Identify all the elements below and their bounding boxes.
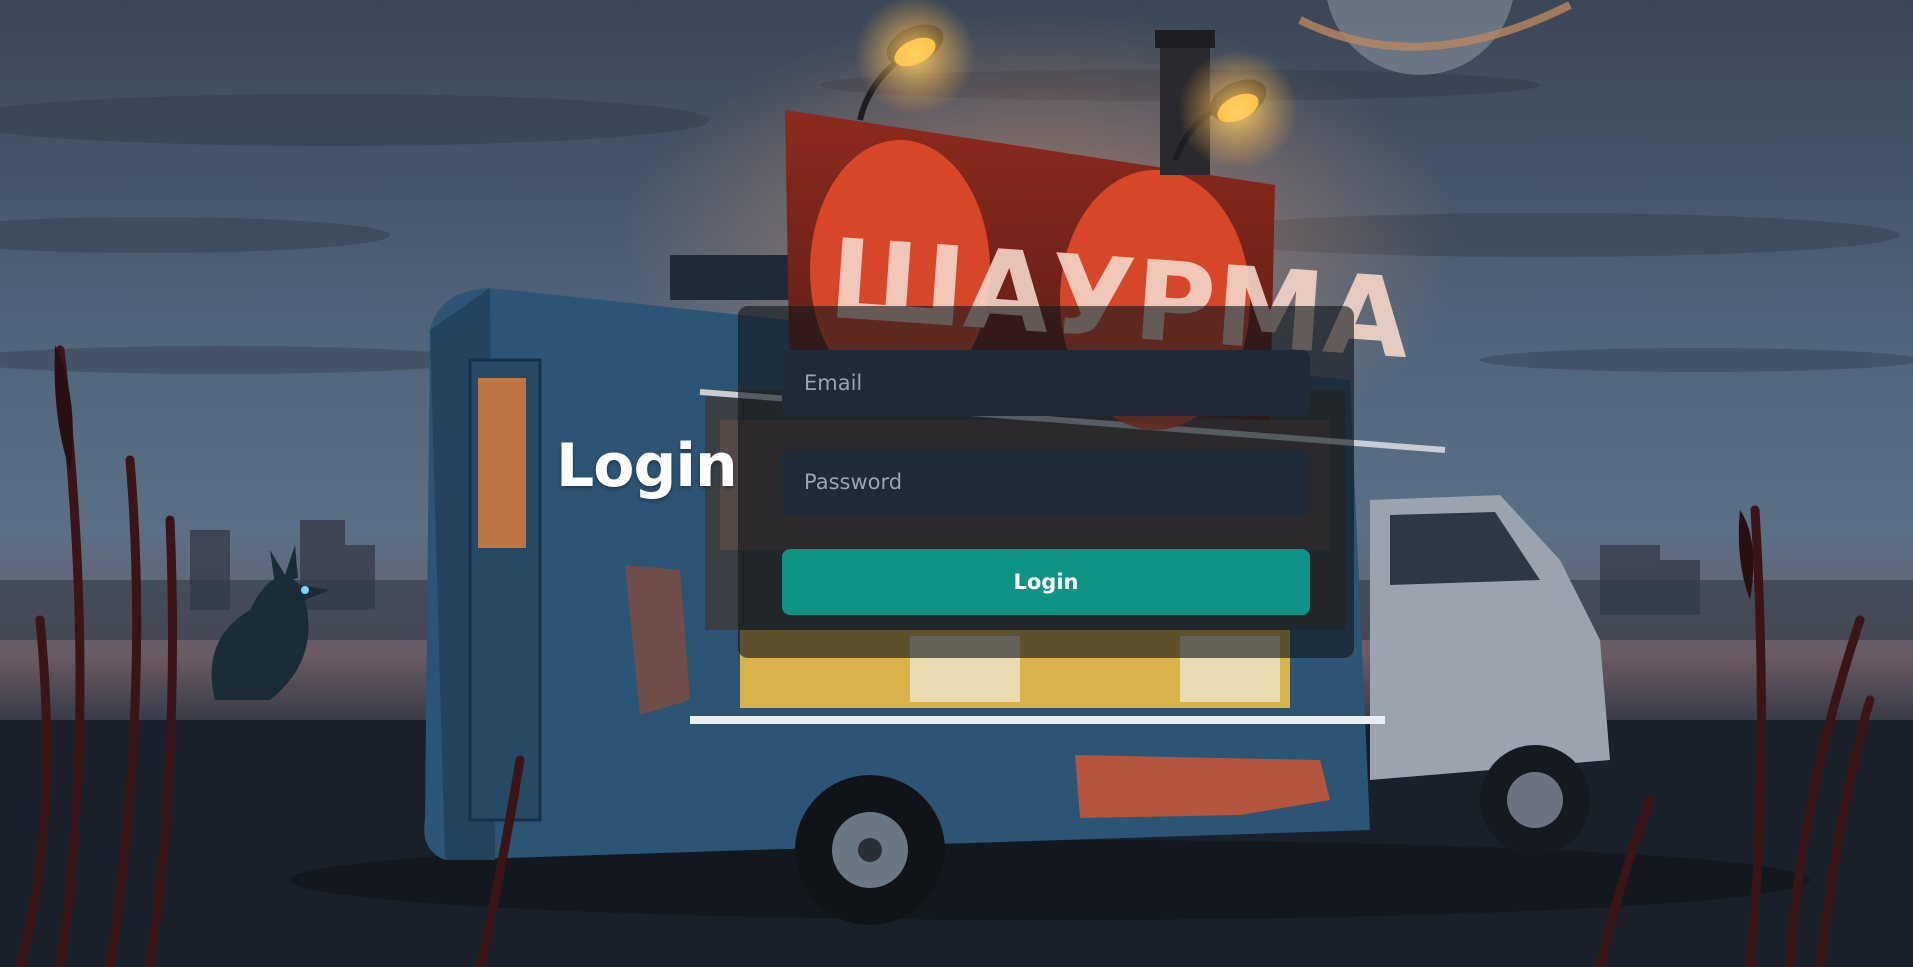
page-title: Login — [556, 431, 738, 501]
password-field[interactable] — [782, 449, 1310, 515]
email-field[interactable] — [782, 350, 1310, 416]
login-form-panel: Login — [738, 306, 1354, 658]
login-button[interactable]: Login — [782, 549, 1310, 615]
